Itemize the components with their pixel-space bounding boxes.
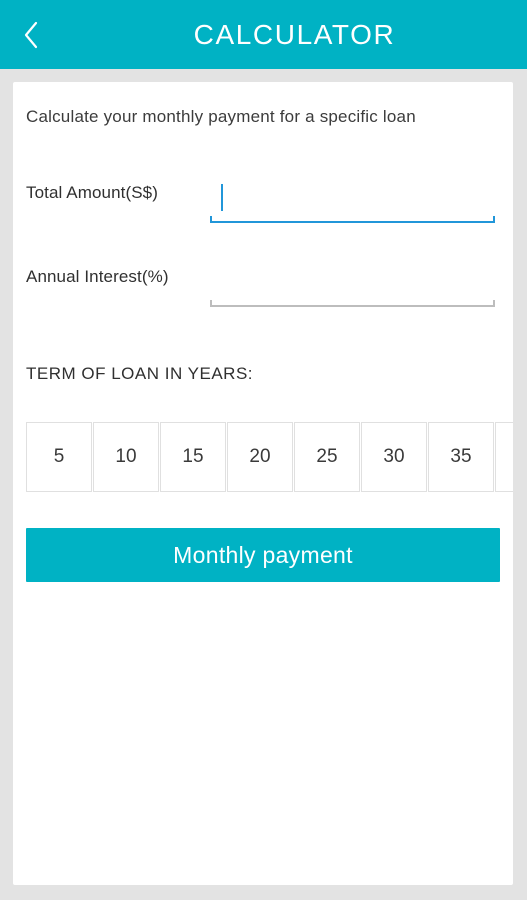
term-option[interactable]: 5 bbox=[26, 422, 92, 492]
annual-interest-input-wrap[interactable] bbox=[210, 261, 495, 307]
annual-interest-label: Annual Interest(%) bbox=[26, 267, 169, 286]
term-option[interactable]: 40 bbox=[495, 422, 513, 492]
term-option[interactable]: 20 bbox=[227, 422, 293, 492]
term-option[interactable]: 10 bbox=[93, 422, 159, 492]
term-of-loan-heading: TERM OF LOAN IN YEARS: bbox=[26, 364, 254, 383]
text-caret bbox=[221, 184, 223, 211]
term-option[interactable]: 30 bbox=[361, 422, 427, 492]
field-row-total-amount: Total Amount(S$) bbox=[13, 177, 513, 223]
field-row-annual-interest: Annual Interest(%) bbox=[13, 261, 513, 307]
total-amount-input[interactable] bbox=[212, 177, 493, 216]
total-amount-label: Total Amount(S$) bbox=[26, 183, 158, 202]
annual-interest-underline bbox=[210, 300, 495, 307]
page-title: CALCULATOR bbox=[193, 18, 396, 50]
term-option[interactable]: 35 bbox=[428, 422, 494, 492]
calculator-card: Calculate your monthly payment for a spe… bbox=[13, 82, 513, 885]
term-options-scroller[interactable]: 5 10 15 20 25 30 35 40 bbox=[26, 422, 513, 492]
total-amount-input-wrap[interactable] bbox=[210, 177, 495, 223]
annual-interest-input[interactable] bbox=[212, 261, 493, 300]
intro-text: Calculate your monthly payment for a spe… bbox=[26, 107, 416, 126]
term-option[interactable]: 15 bbox=[160, 422, 226, 492]
monthly-payment-button[interactable]: Monthly payment bbox=[26, 528, 500, 582]
total-amount-underline bbox=[210, 216, 495, 223]
app-header: CALCULATOR bbox=[0, 0, 527, 69]
term-option[interactable]: 25 bbox=[294, 422, 360, 492]
